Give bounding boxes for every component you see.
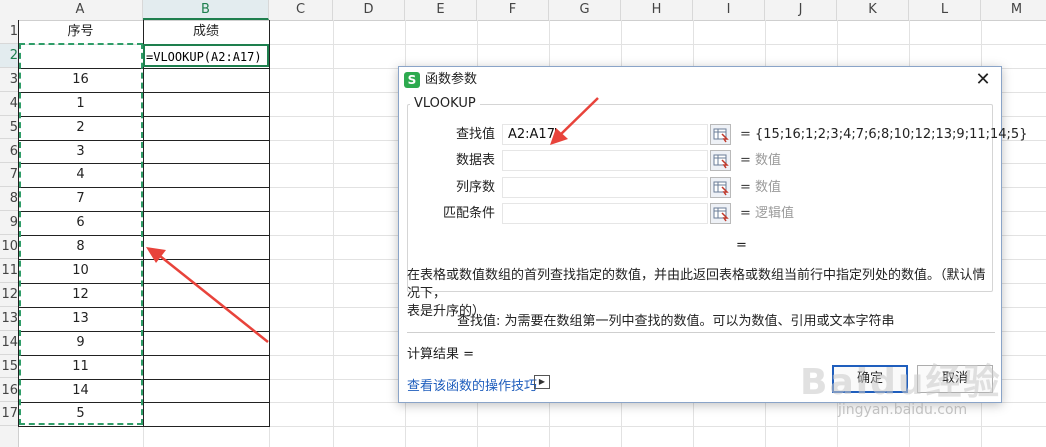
- column-header-e[interactable]: E: [405, 0, 477, 20]
- arg-input-1[interactable]: A2:A17: [502, 124, 708, 145]
- video-tip-icon[interactable]: ▶: [534, 375, 550, 389]
- wps-logo-icon: S: [404, 72, 420, 88]
- arg-equals-1: =: [740, 127, 751, 142]
- row-header-16[interactable]: 16: [0, 379, 18, 403]
- table-border: [269, 20, 270, 426]
- column-header-l[interactable]: L: [909, 0, 981, 20]
- baidu-watermark: Baidu经验: [800, 362, 1002, 403]
- column-header-d[interactable]: D: [333, 0, 405, 20]
- range-select-icon[interactable]: [710, 177, 731, 198]
- arg-result-1: {15;16;1;2;3;4;7;6;8;10;12;13;9;11;14;5}: [755, 127, 1028, 142]
- column-header-h[interactable]: H: [621, 0, 693, 20]
- column-header-c[interactable]: C: [269, 0, 333, 20]
- result-equals: =: [736, 238, 747, 253]
- cell-a1[interactable]: 序号: [18, 20, 143, 44]
- function-help-link[interactable]: 查看该函数的操作技巧: [407, 375, 537, 394]
- row-header-1[interactable]: 1: [0, 20, 18, 44]
- arg-equals-3: =: [740, 180, 751, 195]
- row-header-11[interactable]: 11: [0, 259, 18, 283]
- column-header-k[interactable]: K: [837, 0, 909, 20]
- arg-equals-4: =: [740, 206, 751, 221]
- row-header-13[interactable]: 13: [0, 307, 18, 331]
- column-header-i[interactable]: I: [693, 0, 765, 20]
- column-header-b[interactable]: B: [143, 0, 269, 20]
- column-header-g[interactable]: G: [549, 0, 621, 20]
- table-border: [18, 426, 270, 427]
- column-header-f[interactable]: F: [477, 0, 549, 20]
- arg-label-3: 列序数: [455, 180, 495, 195]
- column-header-a[interactable]: A: [18, 0, 143, 20]
- copy-range-marquee: [19, 43, 143, 425]
- calc-result: 计算结果 =: [407, 347, 475, 362]
- row-header-2[interactable]: 2: [0, 43, 18, 68]
- arg-label-4: 匹配条件: [442, 206, 495, 221]
- row-header-17[interactable]: 17: [0, 402, 18, 427]
- close-icon[interactable]: ✕: [973, 69, 993, 91]
- description-line-1: 在表格或数值数组的首列查找指定的数值，并由此返回表格或数组当前行中指定列处的数值…: [407, 268, 986, 301]
- row-header-3[interactable]: 3: [0, 68, 18, 92]
- function-name: VLOOKUP: [410, 96, 480, 111]
- cell-b1[interactable]: 成绩: [143, 20, 269, 44]
- row-header-10[interactable]: 10: [0, 235, 18, 259]
- arg-result-3: 数值: [755, 180, 782, 195]
- row-header-6[interactable]: 6: [0, 140, 18, 164]
- arg-input-3[interactable]: [502, 177, 708, 198]
- arg-input-2[interactable]: [502, 150, 708, 171]
- row-header-12[interactable]: 12: [0, 283, 18, 307]
- gridline: [333, 20, 334, 447]
- divider: [407, 332, 995, 333]
- row-header-15[interactable]: 15: [0, 355, 18, 379]
- row-header-4[interactable]: 4: [0, 92, 18, 116]
- column-header-j[interactable]: J: [765, 0, 837, 20]
- range-select-icon[interactable]: [710, 124, 731, 145]
- row-header-8[interactable]: 8: [0, 187, 18, 212]
- arg-equals-2: =: [740, 153, 751, 168]
- parameter-description: 查找值: 为需要在数组第一列中查找的数值。可以为数值、引用或文本字符串: [457, 314, 895, 329]
- arg-result-2: 数值: [755, 153, 782, 168]
- range-select-icon[interactable]: [710, 150, 731, 171]
- active-cell-b2-formula[interactable]: =VLOOKUP(A2:A17): [143, 44, 269, 67]
- arg-label-2: 数据表: [455, 153, 495, 168]
- arg-input-4[interactable]: [502, 203, 708, 224]
- row-header-14[interactable]: 14: [0, 331, 18, 355]
- row-header-9[interactable]: 9: [0, 211, 18, 236]
- dialog-title: 函数参数: [425, 72, 478, 87]
- watermark-url: jingyan.baidu.com: [838, 402, 968, 418]
- row-header-7[interactable]: 7: [0, 163, 18, 188]
- row-header-5[interactable]: 5: [0, 116, 18, 140]
- dialog-titlebar[interactable]: S 函数参数 ✕: [399, 67, 1001, 93]
- arg-label-1: 查找值: [455, 127, 495, 142]
- table-border: [143, 20, 144, 426]
- arg-result-4: 逻辑值: [755, 206, 795, 221]
- column-header-m[interactable]: M: [981, 0, 1046, 20]
- range-select-icon[interactable]: [710, 203, 731, 224]
